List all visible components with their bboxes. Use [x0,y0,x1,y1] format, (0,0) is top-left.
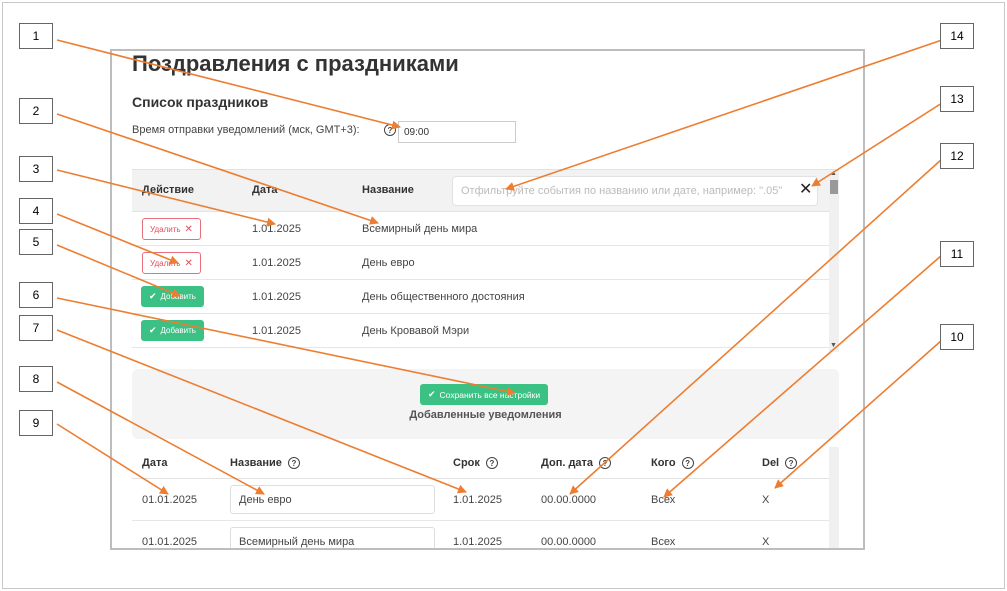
callout-label: 12 [940,143,974,169]
callout-arrow-1 [56,39,401,130]
callout-label: 9 [19,410,53,436]
callout-label: 5 [19,229,53,255]
callout-label: 3 [19,156,53,182]
callout-label: 14 [940,23,974,49]
callout-arrow-9 [56,423,169,495]
callout-arrow-2 [56,113,379,225]
callout-label: 2 [19,98,53,124]
callout-arrow-13 [811,102,943,187]
callout-arrow-10 [774,339,943,489]
callout-label: 7 [19,315,53,341]
callout-arrow-4 [56,213,179,265]
callout-label: 11 [940,241,974,267]
callout-label: 10 [940,324,974,350]
callout-arrow-6 [56,297,516,396]
callout-arrow-12 [569,158,943,495]
callout-arrow-5 [56,244,181,298]
callout-arrows [56,39,943,498]
callout-label: 6 [19,282,53,308]
callout-label: 8 [19,366,53,392]
callout-label: 13 [940,86,974,112]
callout-label: 1 [19,23,53,49]
callout-arrow-8 [56,381,265,495]
callout-arrow-7 [56,329,467,494]
callout-arrow-3 [56,169,276,227]
callout-label: 4 [19,198,53,224]
callout-arrow-14 [505,39,943,191]
